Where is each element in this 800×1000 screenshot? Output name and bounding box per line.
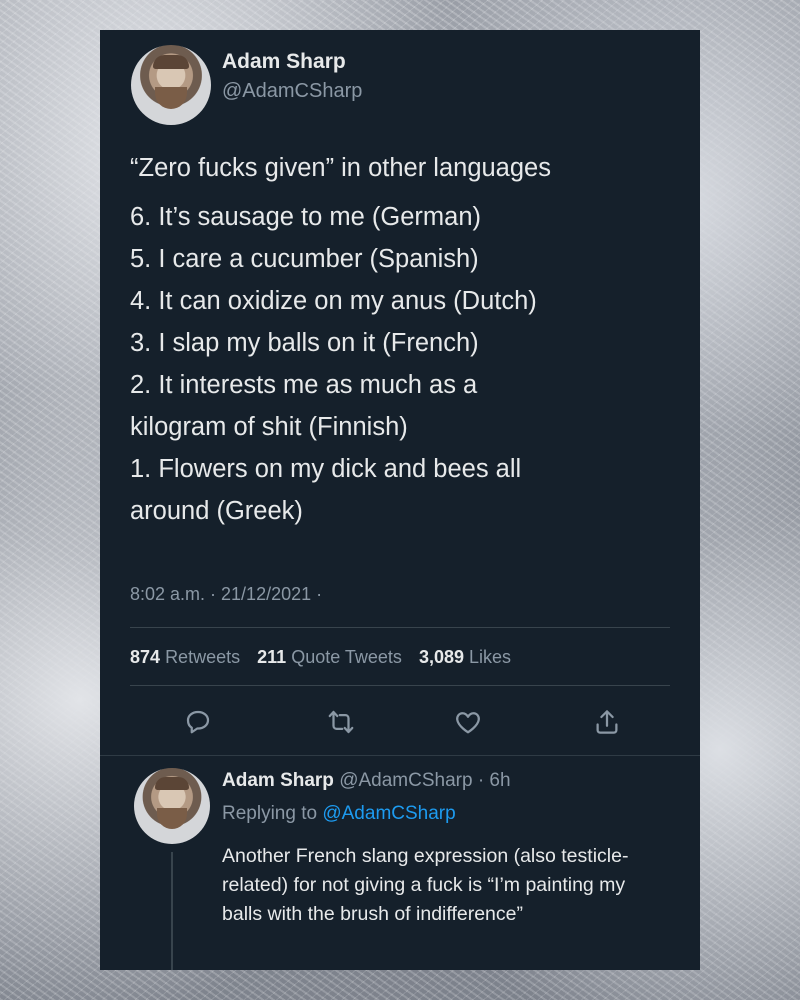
tweet-line: kilogram of shit (Finnish) <box>130 413 408 441</box>
likes-stat[interactable]: 3,089 Likes <box>419 647 511 667</box>
divider <box>100 755 700 756</box>
tweet-line: 3. I slap my balls on it (French) <box>130 329 479 357</box>
retweet-icon[interactable] <box>326 707 356 737</box>
tweet-card: Adam Sharp @AdamCSharp “Zero fucks given… <box>100 30 700 970</box>
tweet-heading: “Zero fucks given” in other languages <box>130 154 551 182</box>
replying-to: Replying to @AdamCSharp <box>222 803 456 824</box>
tweet-line: 4. It can oxidize on my anus (Dutch) <box>130 287 537 315</box>
retweets-stat[interactable]: 874 Retweets <box>130 647 240 667</box>
quote-tweets-stat[interactable]: 211 Quote Tweets <box>257 647 402 667</box>
tweet-timestamp[interactable]: 8:02 a.m. · 21/12/2021 · <box>130 584 322 605</box>
engagement-stats: 874 Retweets 211 Quote Tweets 3,089 Like… <box>130 647 511 668</box>
reply-icon[interactable] <box>183 707 213 737</box>
tweet-line: 5. I care a cucumber (Spanish) <box>130 245 479 273</box>
divider <box>130 685 670 686</box>
share-icon[interactable] <box>592 707 622 737</box>
thread-line <box>171 852 173 970</box>
tweet-line: 2. It interests me as much as a <box>130 371 478 399</box>
tweet-text: “Zero fucks given” in other languages 6.… <box>130 147 690 532</box>
author-avatar[interactable] <box>131 45 211 125</box>
reply-author-avatar[interactable] <box>134 768 210 844</box>
author-name[interactable]: Adam Sharp <box>222 50 346 74</box>
reply-author-name[interactable]: Adam Sharp <box>222 770 334 791</box>
tweet-line: 6. It’s sausage to me (German) <box>130 203 482 231</box>
author-handle[interactable]: @AdamCSharp <box>222 80 362 103</box>
tweet-line: 1. Flowers on my dick and bees all <box>130 455 522 483</box>
reply-meta[interactable]: @AdamCSharp · 6h <box>339 770 510 791</box>
tweet-actions <box>130 703 670 743</box>
tweet-line: around (Greek) <box>130 497 303 525</box>
reply-text: Another French slang expression (also te… <box>222 845 629 925</box>
divider <box>130 627 670 628</box>
replying-to-handle-link[interactable]: @AdamCSharp <box>322 803 455 824</box>
like-icon[interactable] <box>453 707 483 737</box>
reply-header: Adam Sharp @AdamCSharp · 6h <box>222 770 511 792</box>
